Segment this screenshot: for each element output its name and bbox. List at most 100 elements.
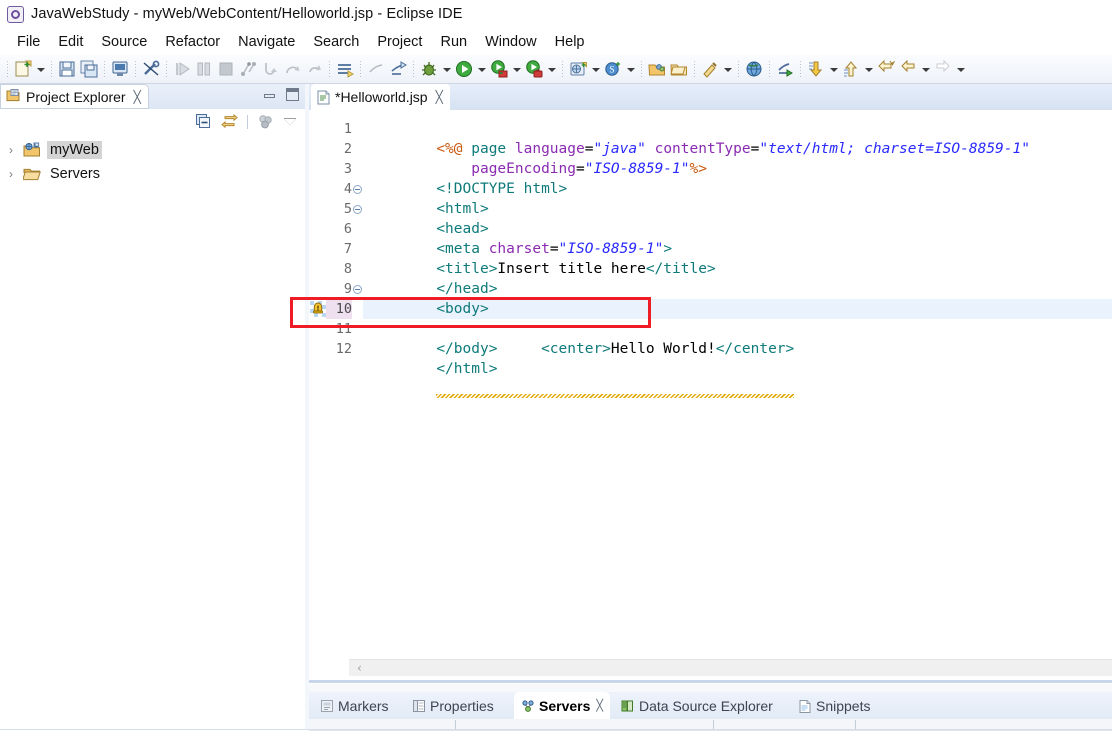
- open-task-icon[interactable]: [668, 58, 690, 80]
- close-icon[interactable]: ╳: [134, 91, 141, 103]
- run-as-server-icon[interactable]: [488, 58, 510, 80]
- close-icon[interactable]: ╳: [436, 91, 443, 103]
- run-dropdown-arrow[interactable]: [475, 58, 488, 80]
- view-menu-icon[interactable]: [283, 115, 297, 129]
- external-tools-run-icon[interactable]: [387, 58, 409, 80]
- menu-edit[interactable]: Edit: [49, 32, 92, 52]
- code-line: <head>: [349, 199, 1112, 237]
- code-text[interactable]: <%@ page language="java" contentType="te…: [349, 110, 1112, 659]
- new-server-icon[interactable]: S: [602, 58, 624, 80]
- scroll-left-arrow-icon[interactable]: ‹: [357, 662, 362, 674]
- code-line: <body>: [349, 279, 1112, 317]
- bottom-tab-label: Snippets: [816, 697, 871, 714]
- profile-dropdown-arrow[interactable]: [545, 58, 558, 80]
- step-return-icon: [303, 58, 325, 80]
- resume-icon: [171, 58, 193, 80]
- editor-bottom-divider: [309, 680, 1112, 683]
- web-dropdown-arrow[interactable]: [589, 58, 602, 80]
- menu-run[interactable]: Run: [431, 32, 476, 52]
- tab-data-source-explorer[interactable]: Data Source Explorer: [614, 692, 780, 719]
- project-explorer-view: Project Explorer ╳ › myWeb › Servers: [0, 84, 305, 730]
- forward-dropdown-arrow[interactable]: [954, 58, 967, 80]
- skip-breakpoints-icon[interactable]: [334, 58, 356, 80]
- project-tree: › myWeb › Servers: [0, 136, 305, 730]
- run-last-tool-icon: [365, 58, 387, 80]
- project-explorer-icon: [6, 88, 21, 106]
- new-wizard-icon[interactable]: [12, 58, 34, 80]
- collapse-all-icon[interactable]: [195, 113, 212, 130]
- markers-icon: [320, 699, 334, 713]
- expand-arrow-icon[interactable]: ›: [9, 144, 23, 156]
- menu-file[interactable]: File: [8, 32, 49, 52]
- search-dropdown-arrow[interactable]: [721, 58, 734, 80]
- menu-search[interactable]: Search: [304, 32, 368, 52]
- run-icon[interactable]: [453, 58, 475, 80]
- toolbar-separator: [769, 60, 770, 78]
- link-with-editor-icon[interactable]: [221, 113, 238, 130]
- code-line: pageEncoding="ISO-8859-1"%>: [349, 139, 1112, 177]
- search-icon[interactable]: [699, 58, 721, 80]
- menu-project[interactable]: Project: [368, 32, 431, 52]
- tab-properties[interactable]: Properties: [405, 692, 501, 719]
- editor-area: *Helloworld.jsp ╳ 1 2 3 4 5 6 7 8 9 10 1…: [309, 84, 1112, 684]
- focus-on-active-task-icon[interactable]: [257, 113, 274, 130]
- last-edit-location-icon[interactable]: [875, 58, 897, 80]
- next-annotation-icon[interactable]: [805, 58, 827, 80]
- step-into-icon: [259, 58, 281, 80]
- toggle-breadcrumb-icon[interactable]: [140, 58, 162, 80]
- toolbar-separator: [694, 60, 695, 78]
- new-dropdown-arrow[interactable]: [34, 58, 47, 80]
- toolbar-separator: [247, 114, 248, 129]
- source-code-viewer[interactable]: 1 2 3 4 5 6 7 8 9 10 11 12 <%@ page lang…: [309, 110, 1112, 659]
- toolbar-separator: [329, 60, 330, 78]
- toolbar-separator: [7, 60, 8, 78]
- suspend-icon: [193, 58, 215, 80]
- tab-snippets[interactable]: Snippets: [791, 692, 877, 719]
- menu-refactor[interactable]: Refactor: [156, 32, 229, 52]
- save-icon[interactable]: [56, 58, 78, 80]
- close-icon[interactable]: ╳: [596, 699, 603, 712]
- column-separator[interactable]: [855, 720, 856, 729]
- warning-marker-icon[interactable]: [310, 301, 326, 317]
- debug-dropdown-arrow[interactable]: [440, 58, 453, 80]
- previous-annotation-icon[interactable]: [840, 58, 862, 80]
- back-dropdown-arrow[interactable]: [919, 58, 932, 80]
- expand-arrow-icon[interactable]: ›: [9, 168, 23, 180]
- open-console-icon[interactable]: [109, 58, 131, 80]
- new-web-project-icon[interactable]: [567, 58, 589, 80]
- tab-servers[interactable]: Servers ╳: [514, 692, 611, 719]
- next-annotation-arrow[interactable]: [827, 58, 840, 80]
- tree-item-myweb[interactable]: › myWeb: [0, 138, 305, 162]
- menu-source[interactable]: Source: [92, 32, 156, 52]
- previous-annotation-arrow[interactable]: [862, 58, 875, 80]
- toolbar-separator: [360, 60, 361, 78]
- profile-icon[interactable]: [523, 58, 545, 80]
- servers-icon: [521, 699, 535, 713]
- editor-tabstrip: *Helloworld.jsp ╳: [309, 84, 1112, 110]
- tab-markers[interactable]: Markers: [313, 692, 396, 719]
- debug-icon[interactable]: [418, 58, 440, 80]
- back-icon[interactable]: [897, 58, 919, 80]
- column-separator[interactable]: [713, 720, 714, 729]
- menu-navigate[interactable]: Navigate: [229, 32, 304, 52]
- column-separator[interactable]: [455, 720, 456, 729]
- folder-icon: [22, 166, 42, 182]
- marker-gutter[interactable]: [309, 110, 326, 659]
- save-all-icon[interactable]: [78, 58, 100, 80]
- maximize-button[interactable]: [286, 88, 299, 101]
- horizontal-scrollbar[interactable]: ‹: [349, 659, 1112, 676]
- tab-helloworld-jsp[interactable]: *Helloworld.jsp ╳: [311, 84, 450, 110]
- external-tools-icon[interactable]: [774, 58, 796, 80]
- step-over-icon: [281, 58, 303, 80]
- menu-window[interactable]: Window: [476, 32, 546, 52]
- tab-project-explorer[interactable]: Project Explorer ╳: [0, 84, 149, 109]
- properties-icon: [412, 699, 426, 713]
- minimize-button[interactable]: [263, 89, 276, 100]
- toolbar-separator: [641, 60, 642, 78]
- tree-item-servers[interactable]: › Servers: [0, 162, 305, 186]
- server-dropdown-arrow[interactable]: [624, 58, 637, 80]
- run-server-dropdown-arrow[interactable]: [510, 58, 523, 80]
- open-web-browser-icon[interactable]: [743, 58, 765, 80]
- open-folder-icon[interactable]: [646, 58, 668, 80]
- menu-help[interactable]: Help: [546, 32, 594, 52]
